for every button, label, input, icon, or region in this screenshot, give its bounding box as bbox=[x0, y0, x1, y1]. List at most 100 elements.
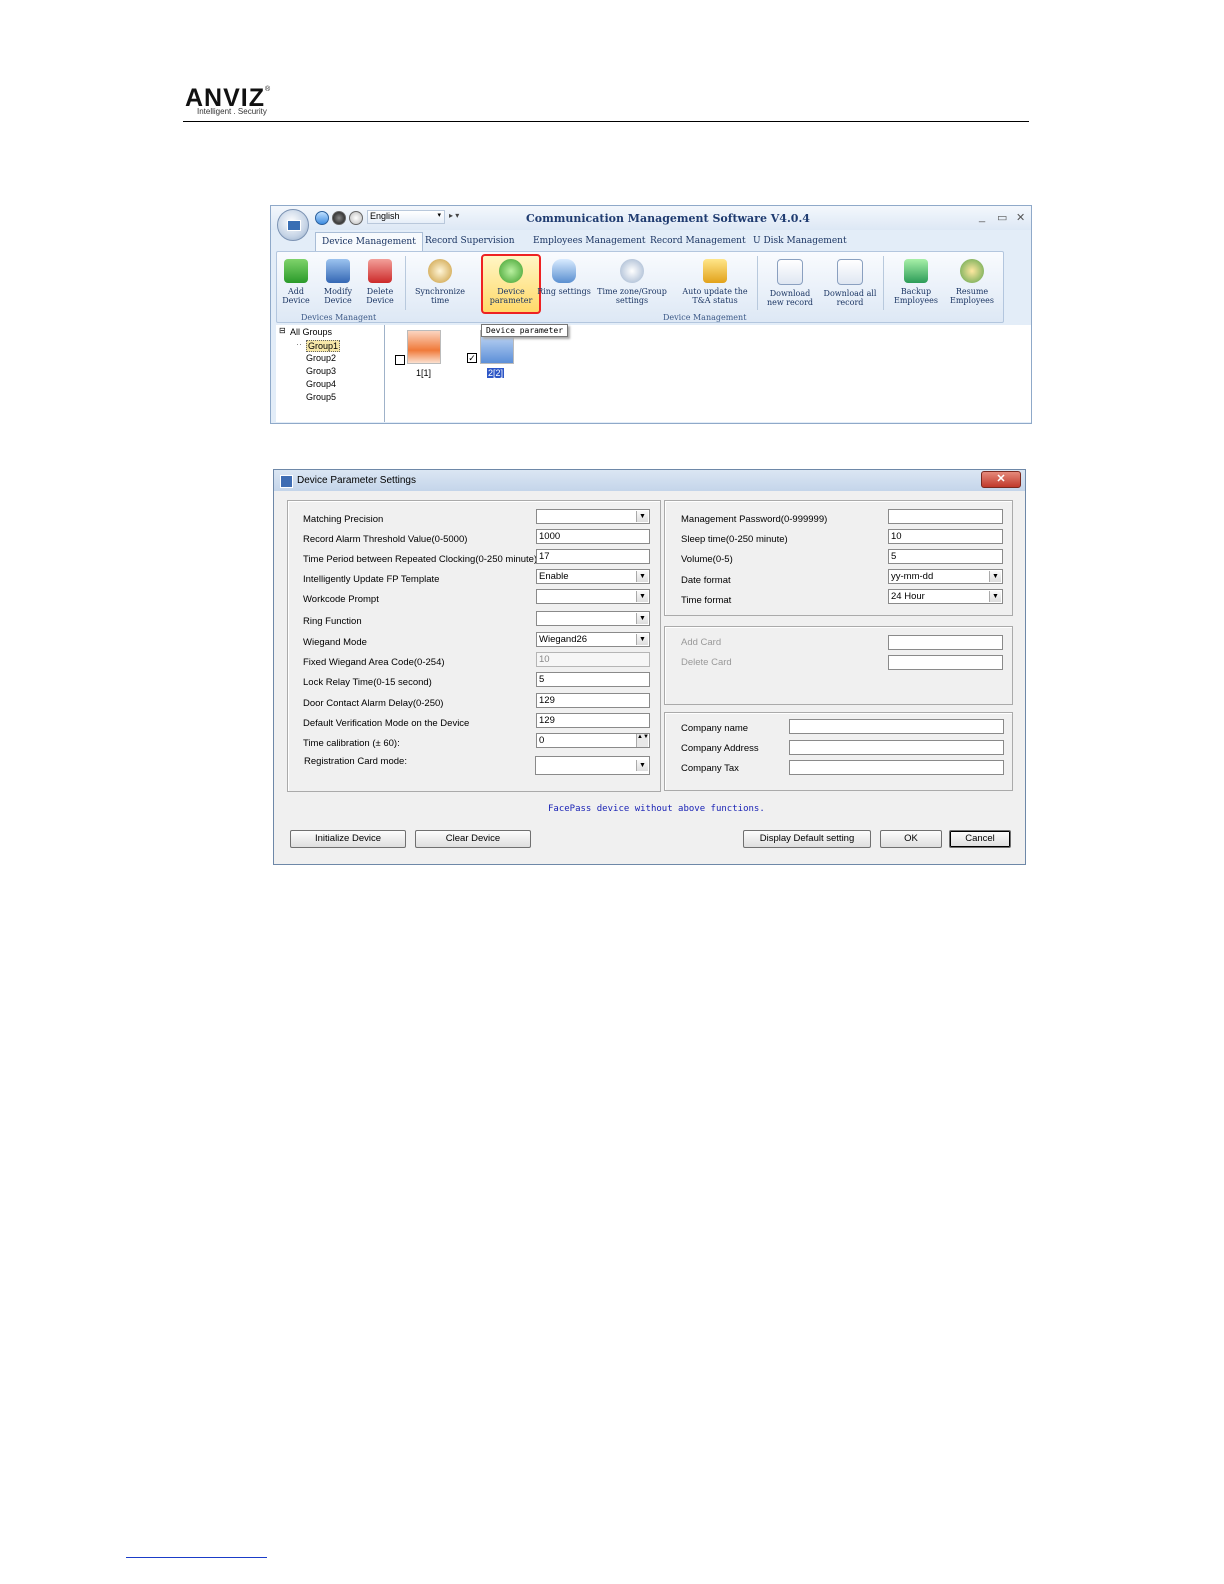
add-card-input[interactable] bbox=[888, 635, 1003, 650]
display-default-setting-button[interactable]: Display Default setting bbox=[743, 830, 871, 848]
device-2-checkbox[interactable]: ✓ bbox=[467, 353, 477, 363]
window-close-button[interactable]: ✕ bbox=[1016, 211, 1025, 224]
record-alarm-threshold-input[interactable]: 1000 bbox=[536, 529, 650, 544]
minimize-button[interactable]: _ bbox=[979, 211, 985, 223]
management-password-input[interactable] bbox=[888, 509, 1003, 524]
device-icon[interactable] bbox=[407, 330, 441, 364]
tree-item-group5[interactable]: Group5 bbox=[306, 392, 336, 402]
delete-card-label: Delete Card bbox=[681, 657, 732, 668]
delete-card-input[interactable] bbox=[888, 655, 1003, 670]
download-new-record-button[interactable]: Download new record bbox=[761, 256, 819, 307]
chevron-down-icon[interactable]: ▼ bbox=[636, 613, 648, 624]
wiegand-mode-select[interactable]: Wiegand26 ▼ bbox=[536, 632, 650, 647]
tree-item-group4[interactable]: Group4 bbox=[306, 379, 336, 389]
ok-button[interactable]: OK bbox=[880, 830, 942, 848]
tree-item-all-groups[interactable]: All Groups bbox=[290, 327, 332, 337]
tab-record-management[interactable]: Record Management bbox=[644, 232, 752, 250]
ring-settings-label: Ring settings bbox=[537, 287, 591, 296]
company-tax-input[interactable] bbox=[789, 760, 1004, 775]
record-alarm-threshold-label: Record Alarm Threshold Value(0-5000) bbox=[303, 534, 468, 545]
wiegand-mode-label: Wiegand Mode bbox=[303, 637, 367, 648]
time-format-select[interactable]: 24 Hour ▼ bbox=[888, 589, 1003, 604]
device-1-checkbox[interactable] bbox=[395, 355, 405, 365]
device-1-label[interactable]: 1[1] bbox=[416, 368, 431, 378]
initialize-device-button[interactable]: Initialize Device bbox=[290, 830, 406, 848]
ribbon-separator bbox=[883, 256, 884, 310]
app-title: Communication Management Software V4.0.4 bbox=[526, 212, 810, 225]
time-zone-group-button[interactable]: Time zone/Group settings bbox=[595, 256, 669, 305]
chevron-down-icon[interactable]: ▼ bbox=[636, 591, 648, 602]
repeated-clocking-input[interactable]: 17 bbox=[536, 549, 650, 564]
delete-device-label: Delete Device bbox=[366, 287, 394, 305]
ribbon-separator bbox=[757, 256, 758, 310]
tab-u-disk-management[interactable]: U Disk Management bbox=[747, 232, 853, 250]
delete-device-button[interactable]: Delete Device bbox=[361, 256, 399, 305]
auto-update-icon bbox=[703, 259, 727, 283]
tree-item-group2[interactable]: Group2 bbox=[306, 353, 336, 363]
spin-arrows-icon[interactable]: ▲▼ bbox=[636, 734, 649, 747]
default-verification-mode-input[interactable]: 129 bbox=[536, 713, 650, 728]
backup-employees-button[interactable]: Backup Employees bbox=[887, 256, 945, 305]
device-parameter-button[interactable]: Device parameter bbox=[481, 254, 541, 314]
dialog-close-button[interactable]: ✕ bbox=[981, 471, 1021, 488]
delete-device-icon bbox=[368, 259, 392, 283]
ring-function-select[interactable]: ▼ bbox=[536, 611, 650, 626]
chevron-down-icon[interactable]: ▼ bbox=[989, 591, 1001, 602]
sleep-time-input[interactable]: 10 bbox=[888, 529, 1003, 544]
cancel-button[interactable]: Cancel bbox=[949, 830, 1011, 848]
synchronize-time-button[interactable]: Synchronize time bbox=[411, 256, 469, 305]
tab-record-supervision[interactable]: Record Supervision bbox=[419, 232, 521, 250]
tree-item-group3[interactable]: Group3 bbox=[306, 366, 336, 376]
management-password-label: Management Password(0-999999) bbox=[681, 514, 828, 525]
quick-access-more-icon[interactable]: ▸ ▾ bbox=[449, 211, 459, 220]
device-2-label[interactable]: 2[2] bbox=[487, 368, 505, 378]
chevron-down-icon[interactable]: ▼ bbox=[636, 634, 648, 645]
company-address-input[interactable] bbox=[789, 740, 1004, 755]
chevron-down-icon: ▾ bbox=[437, 212, 441, 219]
fixed-wiegand-area-code-input[interactable]: 10 bbox=[536, 652, 650, 667]
ring-settings-button[interactable]: Ring settings bbox=[535, 256, 593, 296]
window-icon bbox=[280, 475, 293, 488]
update-fp-template-label: Intelligently Update FP Template bbox=[303, 574, 440, 585]
maximize-button[interactable]: ▭ bbox=[997, 211, 1007, 224]
fixed-wiegand-area-code-label: Fixed Wiegand Area Code(0-254) bbox=[303, 657, 445, 668]
resume-employees-button[interactable]: Resume Employees bbox=[943, 256, 1001, 305]
tree-item-group1[interactable]: Group1 bbox=[306, 340, 341, 352]
tab-employees-management[interactable]: Employees Management bbox=[527, 232, 651, 250]
sleep-time-label: Sleep time(0-250 minute) bbox=[681, 534, 788, 545]
modify-device-label: Modify Device bbox=[323, 287, 353, 305]
bell-icon bbox=[552, 259, 576, 283]
lock-relay-time-input[interactable]: 5 bbox=[536, 672, 650, 687]
chevron-down-icon[interactable]: ▼ bbox=[989, 571, 1001, 582]
silver-skin-icon[interactable] bbox=[349, 211, 363, 225]
door-contact-alarm-input[interactable]: 129 bbox=[536, 693, 650, 708]
update-fp-template-select[interactable]: Enable ▼ bbox=[536, 569, 650, 584]
matching-precision-label: Matching Precision bbox=[303, 514, 384, 525]
time-calibration-label: Time calibration (± 60): bbox=[303, 738, 400, 749]
date-format-select[interactable]: yy-mm-dd ▼ bbox=[888, 569, 1003, 584]
download-all-record-button[interactable]: Download all record bbox=[821, 256, 879, 307]
tab-device-management[interactable]: Device Management bbox=[315, 232, 423, 251]
clear-device-button[interactable]: Clear Device bbox=[415, 830, 531, 848]
company-name-input[interactable] bbox=[789, 719, 1004, 734]
registered-mark: ® bbox=[265, 86, 272, 93]
registration-card-mode-select[interactable]: ▼ bbox=[535, 756, 650, 775]
app-menu-orb-icon[interactable] bbox=[277, 209, 309, 241]
chevron-down-icon[interactable]: ▼ bbox=[636, 571, 648, 582]
add-device-button[interactable]: Add Device bbox=[277, 256, 315, 305]
time-calibration-stepper[interactable]: 0 ▲▼ bbox=[536, 733, 650, 748]
wiegand-mode-value: Wiegand26 bbox=[539, 634, 588, 645]
language-select[interactable]: English ▾ bbox=[367, 210, 445, 224]
blue-skin-icon[interactable] bbox=[315, 211, 329, 225]
chevron-down-icon[interactable]: ▼ bbox=[636, 511, 648, 522]
black-skin-icon[interactable] bbox=[332, 211, 346, 225]
header-divider bbox=[183, 121, 1029, 122]
workcode-prompt-select[interactable]: ▼ bbox=[536, 589, 650, 604]
modify-device-button[interactable]: Modify Device bbox=[319, 256, 357, 305]
collapse-icon[interactable]: ⊟ bbox=[279, 326, 286, 335]
auto-update-status-button[interactable]: Auto update the T&A status bbox=[677, 256, 753, 305]
volume-input[interactable]: 5 bbox=[888, 549, 1003, 564]
matching-precision-select[interactable]: ▼ bbox=[536, 509, 650, 524]
chevron-down-icon[interactable]: ▼ bbox=[636, 760, 648, 771]
language-value: English bbox=[370, 211, 400, 221]
